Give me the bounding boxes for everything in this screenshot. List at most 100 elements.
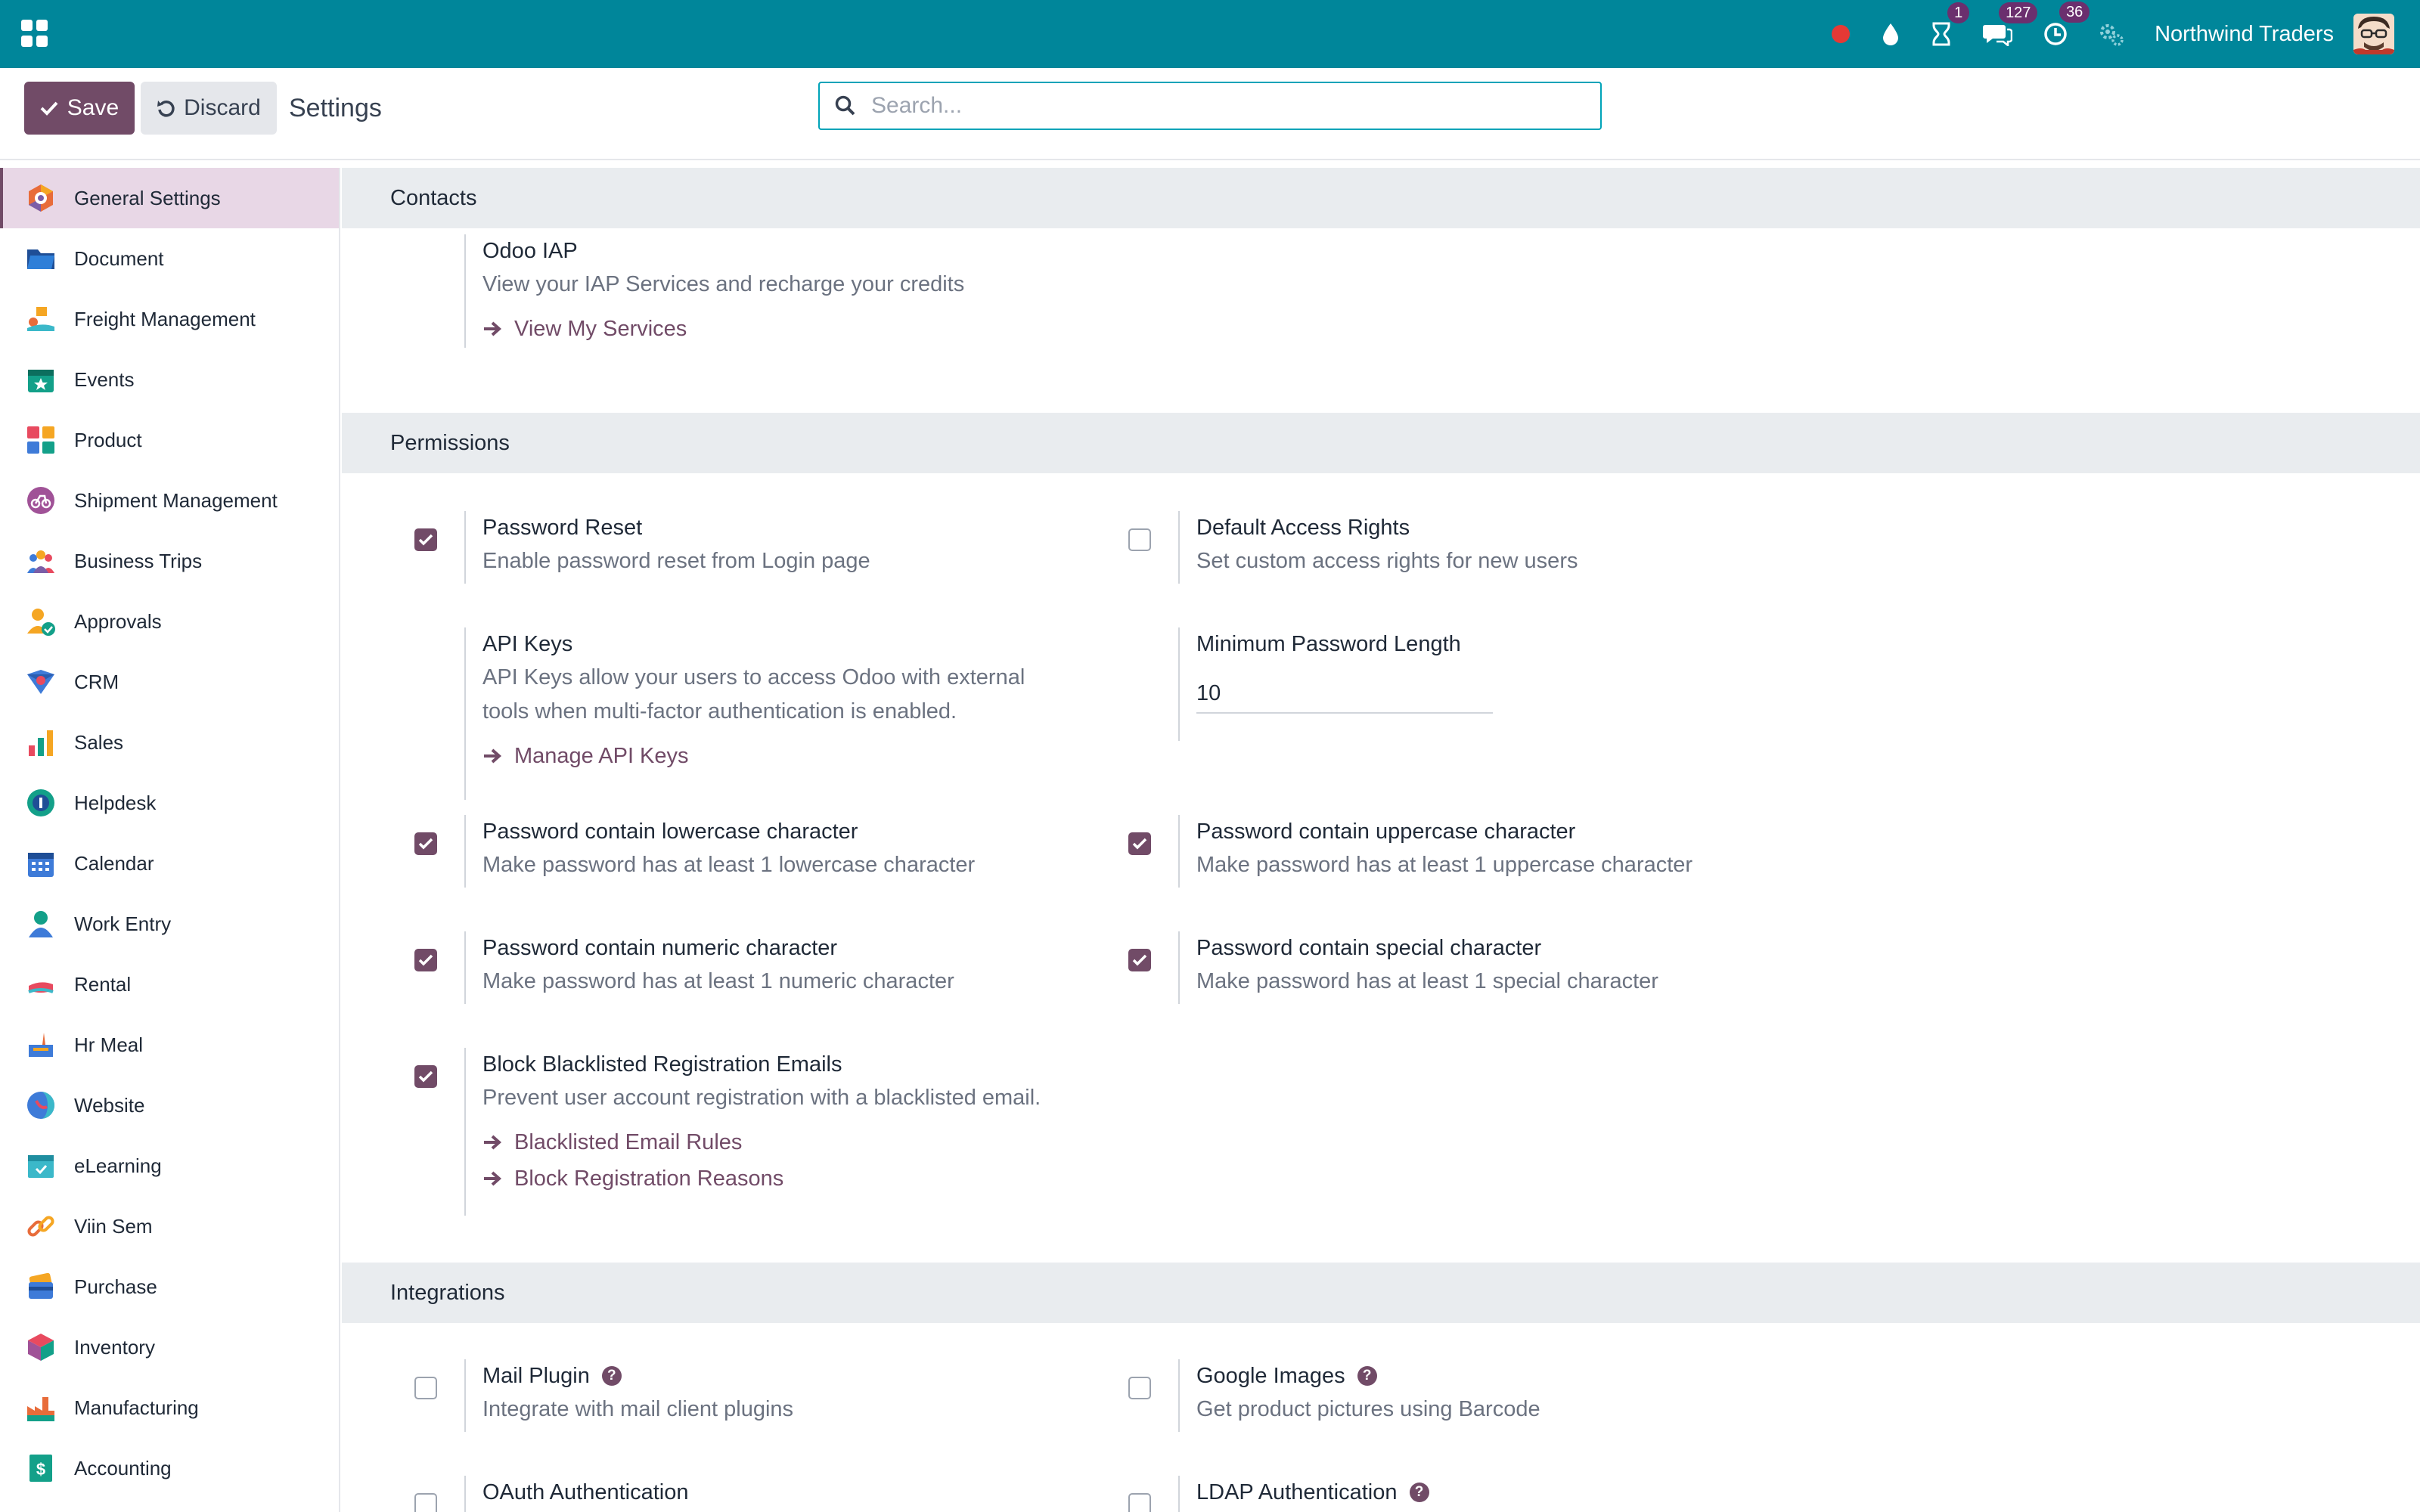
gears-icon[interactable] — [2099, 22, 2124, 46]
sidebar-item-label: Viin Sem — [74, 1214, 153, 1238]
view-my-services-link[interactable]: View My Services — [482, 311, 1133, 347]
help-icon[interactable]: ? — [1357, 1366, 1377, 1386]
sidebar-item-label: Events — [74, 367, 135, 391]
sidebar-item-inventory[interactable]: Inventory — [0, 1317, 339, 1377]
sidebar-item-website[interactable]: Website — [0, 1075, 339, 1136]
setting-title-text: LDAP Authentication — [1196, 1480, 1398, 1504]
setting-description: tools when multi-factor authentication i… — [482, 699, 957, 723]
sidebar-item-viin-sem[interactable]: Viin Sem — [0, 1196, 339, 1256]
check-icon — [418, 954, 433, 966]
box-icon — [26, 1332, 56, 1362]
sales-chart-icon — [26, 727, 56, 758]
sidebar-item-work-entry[interactable]: Work Entry — [0, 894, 339, 954]
settings-icon — [26, 183, 56, 213]
uppercase-checkbox[interactable] — [1128, 832, 1151, 855]
help-icon[interactable]: ? — [1409, 1483, 1429, 1502]
sidebar-item-label: Work Entry — [74, 912, 172, 935]
sidebar-item-rental[interactable]: Rental — [0, 954, 339, 1015]
company-name[interactable]: Northwind Traders — [2155, 22, 2334, 47]
setting-title: Google Images ? — [1196, 1359, 1847, 1393]
sidebar-item-crm[interactable]: CRM — [0, 652, 339, 712]
search-bar[interactable] — [818, 82, 1602, 130]
setting-title-text: Google Images — [1196, 1364, 1345, 1388]
setting-title-text: Mail Plugin — [482, 1364, 590, 1388]
sidebar-item-accounting[interactable]: $ Accounting — [0, 1438, 339, 1498]
setting-description: Make password has at least 1 uppercase c… — [1196, 853, 1693, 877]
sidebar-item-label: eLearning — [74, 1154, 162, 1177]
sidebar-item-calendar[interactable]: Calendar — [0, 833, 339, 894]
link-label: Block Registration Reasons — [514, 1167, 784, 1191]
messages-chat-icon[interactable]: 127 — [1982, 2, 2038, 46]
sidebar-item-helpdesk[interactable]: Helpdesk — [0, 773, 339, 833]
section-title: Permissions — [390, 430, 510, 455]
sidebar-item-label: Helpdesk — [74, 791, 157, 814]
oauth-checkbox[interactable] — [414, 1493, 437, 1512]
default-access-rights-checkbox[interactable] — [1128, 528, 1151, 551]
people-icon — [26, 546, 56, 576]
app-menu-icon[interactable] — [21, 20, 48, 47]
invoice-icon: $ — [26, 1453, 56, 1483]
website-icon — [26, 1090, 56, 1120]
sidebar-item-document[interactable]: Document — [0, 228, 339, 289]
numeric-checkbox[interactable] — [414, 949, 437, 971]
check-icon — [418, 1070, 433, 1083]
discard-button[interactable]: Discard — [141, 82, 277, 135]
sidebar-item-freight-management[interactable]: Freight Management — [0, 289, 339, 349]
setting-description: Integrate with mail client plugins — [482, 1397, 794, 1421]
sidebar-item-general-settings[interactable]: General Settings — [0, 168, 339, 228]
sidebar-item-label: Rental — [74, 972, 132, 996]
setting-title: Password contain special character — [1196, 936, 1542, 960]
section-title: Contacts — [390, 185, 477, 210]
sidebar-item-label: Calendar — [74, 851, 154, 875]
calendar-star-icon — [26, 364, 56, 395]
block-registration-reasons-link[interactable]: Block Registration Reasons — [482, 1160, 1133, 1197]
systray: 1 127 36 Northwind Traders — [1831, 0, 2420, 68]
rental-icon — [26, 969, 56, 999]
sidebar-item-events[interactable]: Events — [0, 349, 339, 410]
sidebar-item-sales[interactable]: Sales — [0, 712, 339, 773]
sidebar-item-label: Document — [74, 246, 164, 270]
lowercase-checkbox[interactable] — [414, 832, 437, 855]
arrow-right-icon — [484, 1171, 502, 1186]
sidebar-item-purchase[interactable]: Purchase — [0, 1256, 339, 1317]
water-drop-icon[interactable] — [1881, 22, 1900, 46]
save-button[interactable]: Save — [24, 82, 135, 135]
timer-count-badge: 36 — [2059, 2, 2090, 23]
link-label: Manage API Keys — [514, 744, 689, 768]
mail-plugin-checkbox[interactable] — [414, 1377, 437, 1399]
help-icon[interactable]: ? — [601, 1366, 622, 1386]
ldap-checkbox[interactable] — [1128, 1493, 1151, 1512]
sidebar-item-label: Accounting — [74, 1456, 172, 1479]
timer-clock-icon[interactable]: 36 — [2043, 2, 2090, 47]
sidebar-item-product[interactable]: Product — [0, 410, 339, 470]
sidebar-item-business-trips[interactable]: Business Trips — [0, 531, 339, 591]
sidebar-item-label: Website — [74, 1093, 145, 1117]
record-indicator-icon[interactable] — [1831, 24, 1851, 44]
password-reset-checkbox[interactable] — [414, 528, 437, 551]
google-images-checkbox[interactable] — [1128, 1377, 1151, 1399]
sidebar-item-elearning[interactable]: eLearning — [0, 1136, 339, 1196]
save-button-label: Save — [67, 95, 119, 120]
setting-title: OAuth Authentication — [482, 1480, 689, 1504]
sidebar-item-shipment-management[interactable]: Shipment Management — [0, 470, 339, 531]
minimum-password-length-input[interactable]: 10 — [1196, 673, 1493, 714]
blacklisted-email-rules-link[interactable]: Blacklisted Email Rules — [482, 1124, 1133, 1160]
search-icon — [835, 95, 855, 116]
sidebar-item-label: Hr Meal — [74, 1033, 144, 1056]
sidebar-item-hr-meal[interactable]: Hr Meal — [0, 1015, 339, 1075]
elearning-icon — [26, 1151, 56, 1181]
freight-icon — [26, 304, 56, 334]
control-panel: Save Discard Settings — [0, 68, 2420, 160]
sidebar-item-manufacturing[interactable]: Manufacturing — [0, 1377, 339, 1438]
sidebar-item-approvals[interactable]: Approvals — [0, 591, 339, 652]
special-checkbox[interactable] — [1128, 949, 1151, 971]
activities-hourglass-icon[interactable]: 1 — [1931, 2, 1970, 46]
block-blacklisted-emails-checkbox[interactable] — [414, 1065, 437, 1088]
manage-api-keys-link[interactable]: Manage API Keys — [482, 738, 1133, 774]
setting-description: API Keys allow your users to access Odoo… — [482, 665, 1025, 689]
user-avatar[interactable] — [2353, 14, 2394, 54]
check-icon — [40, 101, 58, 116]
link-label: Blacklisted Email Rules — [514, 1130, 743, 1154]
discard-button-label: Discard — [184, 95, 261, 120]
search-input[interactable] — [871, 93, 1552, 119]
